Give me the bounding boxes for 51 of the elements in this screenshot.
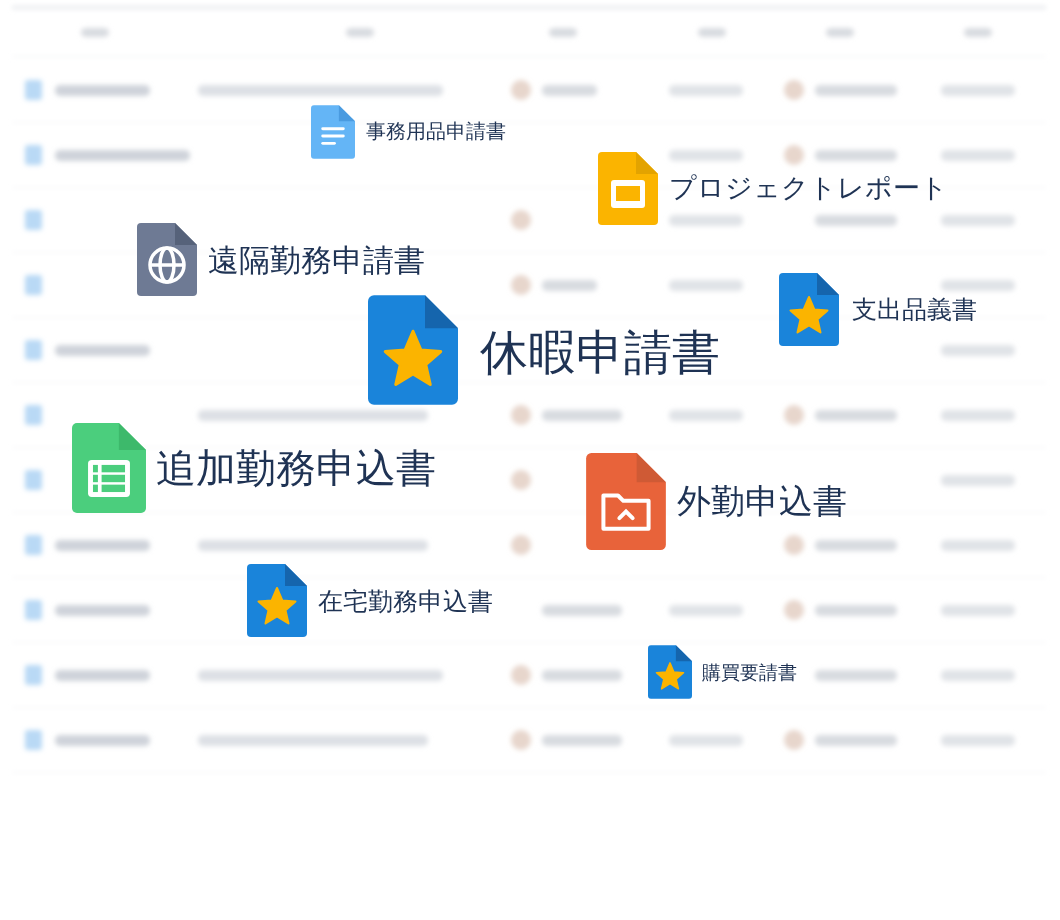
avatar-icon bbox=[511, 470, 531, 490]
spreadsheet-icon bbox=[72, 423, 146, 513]
blurred-text-bar bbox=[698, 28, 726, 37]
blurred-file-icon bbox=[25, 210, 42, 230]
blurred-file-icon bbox=[25, 340, 42, 360]
blurred-file-icon bbox=[25, 535, 42, 555]
document-title: 事務用品申請書 bbox=[366, 121, 506, 141]
blurred-text-bar bbox=[81, 28, 109, 37]
document-title: 休暇申請書 bbox=[480, 328, 720, 377]
blurred-file-icon bbox=[25, 470, 42, 490]
avatar-icon bbox=[511, 210, 531, 230]
blurred-file-icon bbox=[25, 665, 42, 685]
blurred-text-bar bbox=[346, 28, 374, 37]
globe-document-icon bbox=[137, 223, 197, 296]
avatar-icon bbox=[511, 405, 531, 425]
blurred-file-icon bbox=[25, 145, 42, 165]
avatar-icon bbox=[511, 275, 531, 295]
star-document-icon bbox=[368, 295, 458, 405]
document-title: 追加勤務申込書 bbox=[156, 448, 436, 488]
blurred-file-icon bbox=[25, 275, 42, 295]
avatar-icon bbox=[784, 405, 804, 425]
avatar-icon bbox=[511, 535, 531, 555]
avatar-icon bbox=[784, 145, 804, 165]
blurred-file-icon bbox=[25, 405, 42, 425]
blurred-text-bar bbox=[542, 280, 597, 291]
blurred-file-icon bbox=[25, 600, 42, 620]
avatar-icon bbox=[511, 730, 531, 750]
blurred-file-icon bbox=[25, 80, 42, 100]
blurred-text-bar bbox=[542, 85, 597, 96]
document-title: 外勤申込書 bbox=[677, 484, 847, 519]
avatar-icon bbox=[511, 665, 531, 685]
blurred-text-bar bbox=[826, 28, 854, 37]
document-title: 遠隔勤務申請書 bbox=[208, 244, 425, 276]
document-title: 在宅勤務申込書 bbox=[318, 589, 493, 615]
avatar-icon bbox=[784, 730, 804, 750]
slides-icon bbox=[598, 152, 658, 225]
star-document-icon bbox=[648, 645, 692, 699]
avatar-icon bbox=[784, 535, 804, 555]
avatar-icon bbox=[784, 80, 804, 100]
avatar-icon bbox=[784, 600, 804, 620]
document-title: 購買要請書 bbox=[702, 662, 797, 682]
blurred-text-bar bbox=[549, 28, 577, 37]
document-title: 支出品義書 bbox=[852, 297, 977, 323]
blurred-text-bar bbox=[964, 28, 992, 37]
document-icon bbox=[311, 105, 355, 159]
document-title: プロジェクトレポート bbox=[669, 175, 948, 203]
blurred-file-icon bbox=[25, 730, 42, 750]
avatar-icon bbox=[511, 80, 531, 100]
star-document-icon bbox=[779, 273, 839, 346]
folder-document-icon bbox=[586, 453, 666, 550]
star-document-icon bbox=[247, 564, 307, 637]
